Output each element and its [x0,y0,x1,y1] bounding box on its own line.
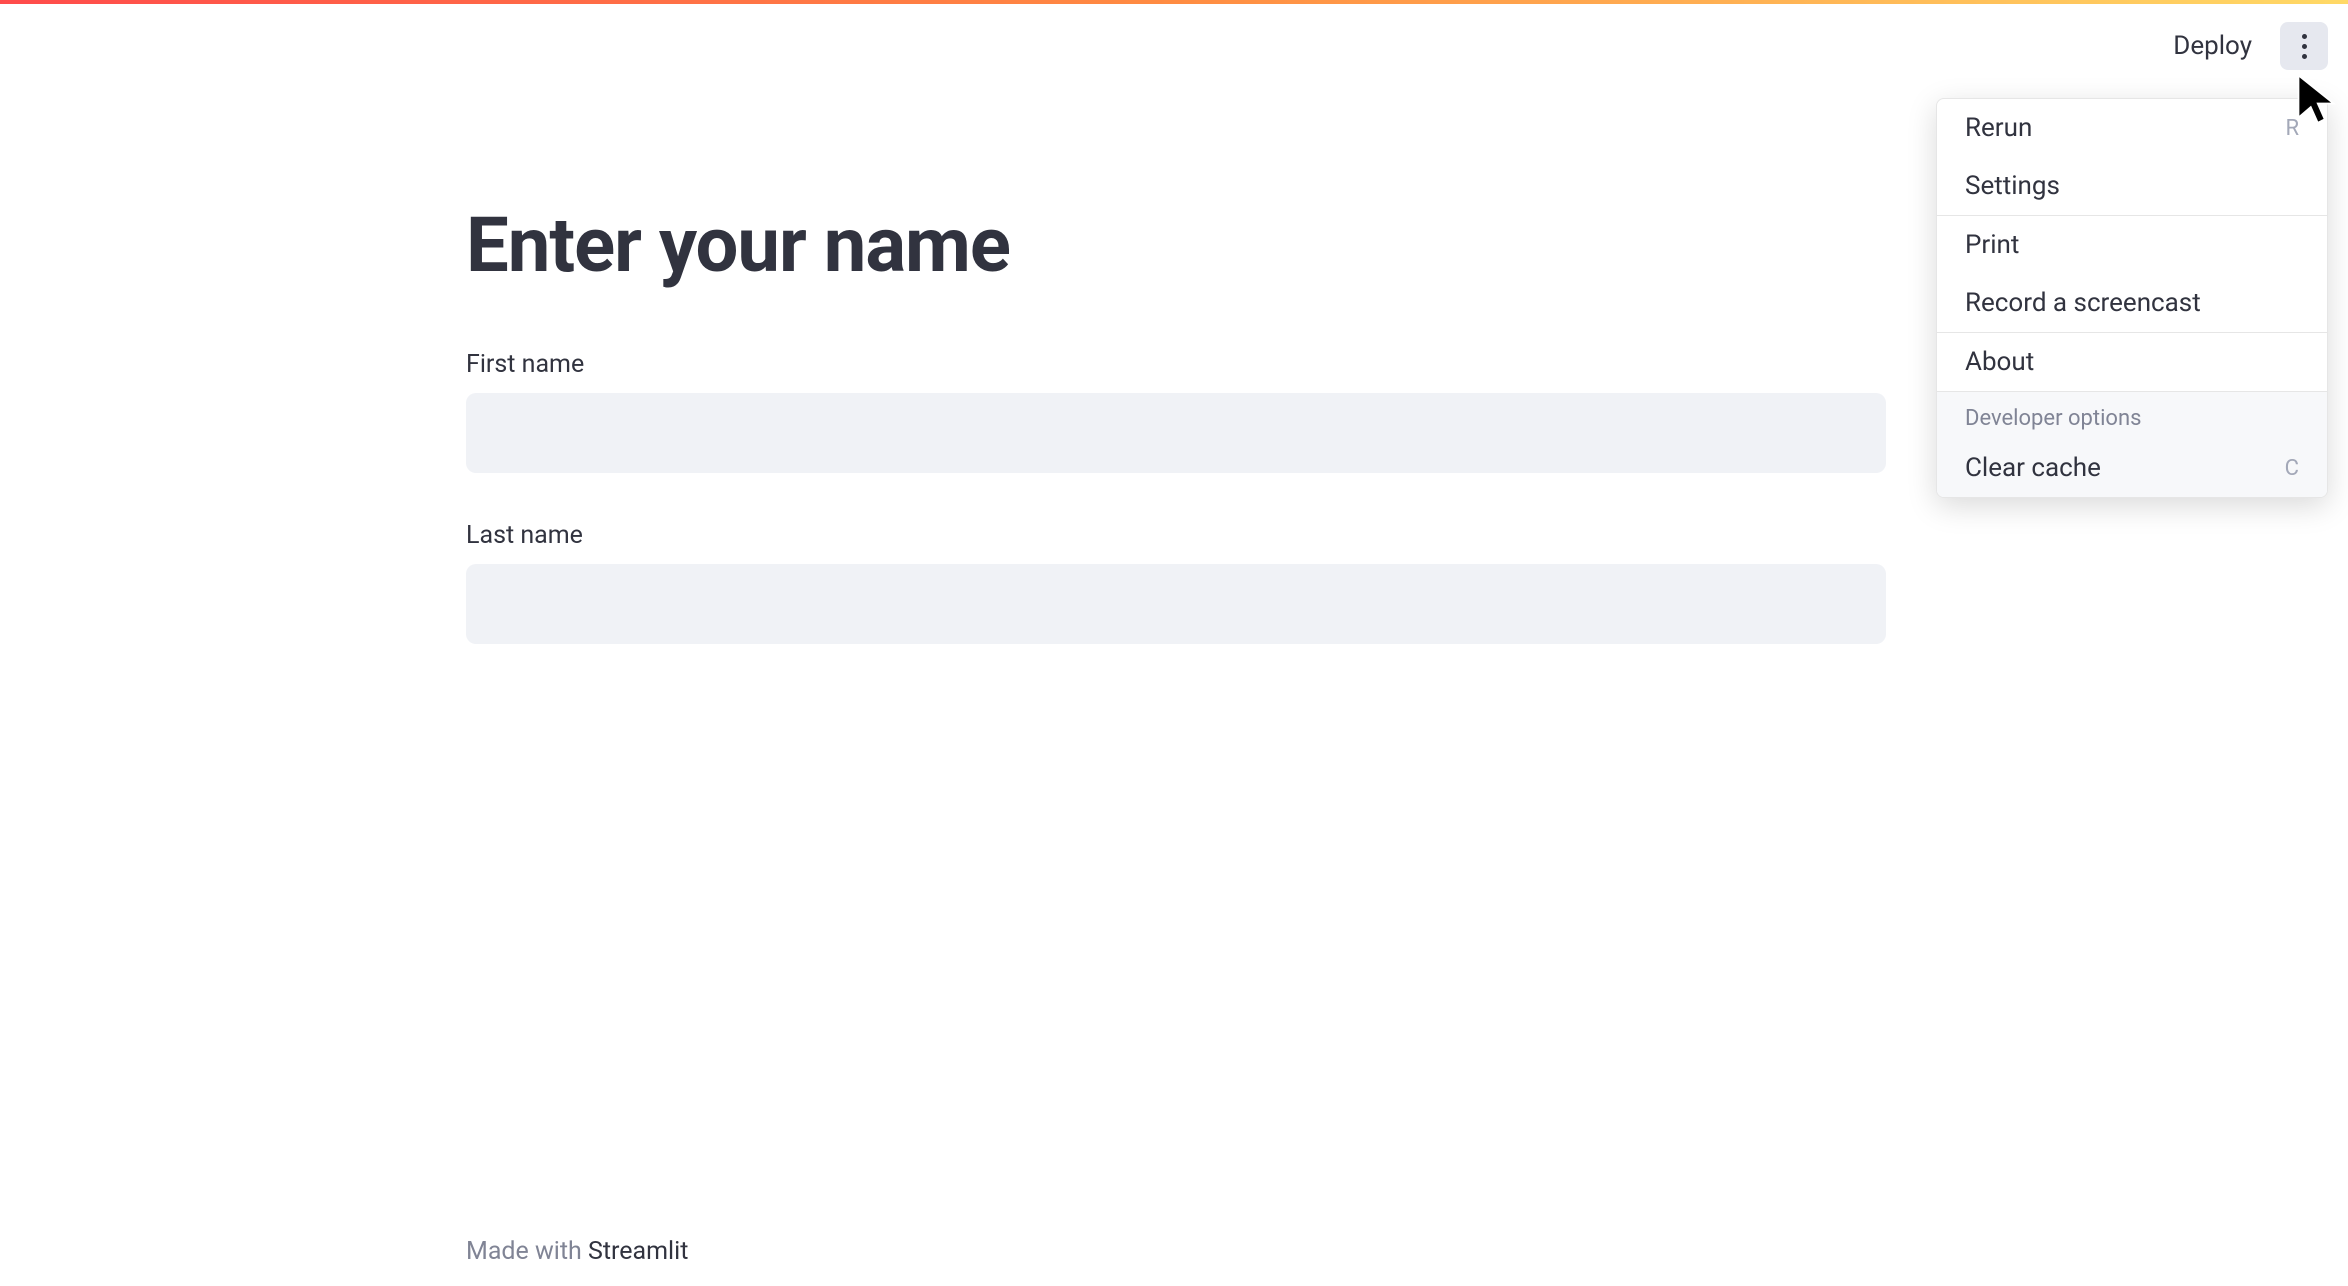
last-name-label: Last name [466,521,1886,550]
form-field-first-name: First name [466,350,1886,473]
main-content: Enter your name First name Last name [466,200,1886,692]
menu-item-record-screencast[interactable]: Record a screencast [1937,274,2327,332]
footer: Made with Streamlit [466,1237,688,1266]
first-name-label: First name [466,350,1886,379]
page-title: Enter your name [466,200,1886,290]
menu-item-label: About [1965,347,2034,377]
menu-item-label: Clear cache [1965,453,2101,483]
menu-item-shortcut: R [2285,116,2299,141]
menu-item-label: Settings [1965,171,2060,201]
deploy-button[interactable]: Deploy [2161,23,2264,69]
developer-options-header: Developer options [1937,392,2327,439]
developer-section: Developer options Clear cache C [1937,392,2327,497]
menu-item-rerun[interactable]: Rerun R [1937,99,2327,157]
menu-section: Print Record a screencast [1937,216,2327,333]
dropdown-menu: Rerun R Settings Print Record a screenca… [1936,98,2328,498]
menu-item-label: Rerun [1965,113,2032,143]
menu-item-clear-cache[interactable]: Clear cache C [1937,439,2327,497]
menu-item-settings[interactable]: Settings [1937,157,2327,215]
header: Deploy [2141,4,2348,88]
menu-section: About [1937,333,2327,392]
menu-section: Rerun R Settings [1937,99,2327,216]
first-name-input[interactable] [466,393,1886,473]
menu-item-print[interactable]: Print [1937,216,2327,274]
streamlit-link[interactable]: Streamlit [588,1237,688,1266]
more-vert-icon [2302,44,2307,49]
last-name-input[interactable] [466,564,1886,644]
top-gradient-bar [0,0,2348,4]
menu-item-about[interactable]: About [1937,333,2327,391]
hamburger-menu-button[interactable] [2280,22,2328,70]
menu-item-label: Print [1965,230,2019,260]
more-vert-icon [2302,34,2307,39]
menu-item-shortcut: C [2285,456,2299,481]
form-field-last-name: Last name [466,521,1886,644]
footer-prefix: Made with [466,1237,588,1266]
more-vert-icon [2302,54,2307,59]
menu-item-label: Record a screencast [1965,288,2201,318]
